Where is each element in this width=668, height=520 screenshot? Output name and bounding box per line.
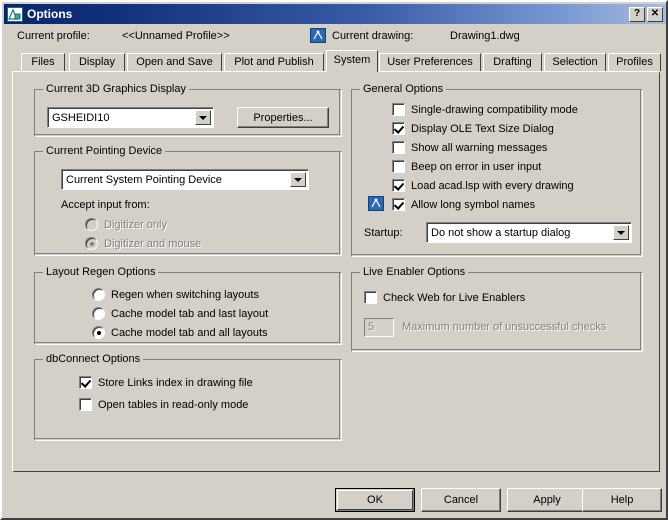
- chevron-down-icon[interactable]: [613, 225, 629, 240]
- tab-plot-and-publish[interactable]: Plot and Publish: [224, 53, 324, 71]
- checkbox-display-ole-text-size-dialog[interactable]: Display OLE Text Size Dialog: [392, 122, 554, 135]
- tab-open-and-save[interactable]: Open and Save: [127, 53, 222, 71]
- checkbox-load-acad-lsp[interactable]: Load acad.lsp with every drawing: [392, 179, 574, 192]
- ok-button-label: OK: [367, 494, 383, 506]
- drawing-icon: [368, 196, 384, 211]
- window-title: Options: [27, 6, 73, 21]
- radio-indicator: [85, 237, 98, 250]
- checkbox-label: Allow long symbol names: [411, 198, 536, 211]
- properties-button[interactable]: Properties...: [237, 107, 329, 128]
- pointing-device-combo[interactable]: Current System Pointing Device: [61, 169, 309, 190]
- tab-system[interactable]: System: [326, 50, 378, 72]
- radio-label: Digitizer only: [104, 218, 167, 231]
- checkbox-open-tables-read-only[interactable]: Open tables in read-only mode: [79, 398, 248, 411]
- graphics-display-group: Current 3D Graphics Display GSHEIDI10 Pr…: [34, 83, 342, 137]
- startup-combo[interactable]: Do not show a startup dialog: [426, 222, 632, 243]
- tab-files[interactable]: Files: [21, 53, 65, 71]
- checkbox-label: Show all warning messages: [411, 141, 548, 154]
- apply-button[interactable]: Apply: [507, 488, 587, 512]
- help-button[interactable]: Help: [582, 488, 662, 512]
- checkbox-check-web-for-live-enablers[interactable]: Check Web for Live Enablers: [364, 291, 525, 304]
- live-enabler-group: Live Enabler Options Check Web for Live …: [351, 266, 643, 352]
- cancel-button[interactable]: Cancel: [421, 488, 501, 512]
- checkbox-indicator: [364, 291, 377, 304]
- graphics-display-combo[interactable]: GSHEIDI10: [47, 107, 214, 128]
- general-options-group: General Options Single-drawing compatibi…: [351, 83, 643, 257]
- radio-indicator: [92, 288, 105, 301]
- header-row: Current profile: <<Unnamed Profile>> Cur…: [4, 26, 666, 46]
- checkbox-indicator: [392, 179, 405, 192]
- radio-digitizer-and-mouse[interactable]: Digitizer and mouse: [85, 237, 201, 250]
- tab-drafting[interactable]: Drafting: [483, 53, 542, 71]
- checkbox-allow-long-symbol-names[interactable]: Allow long symbol names: [392, 198, 535, 211]
- current-drawing-label: Current drawing:: [332, 30, 414, 42]
- tab-display[interactable]: Display: [69, 53, 125, 71]
- checkbox-label: Check Web for Live Enablers: [383, 291, 526, 304]
- system-tab-panel: Current 3D Graphics Display GSHEIDI10 Pr…: [12, 71, 660, 472]
- radio-label: Digitizer and mouse: [104, 237, 202, 250]
- radio-regen-when-switching-layouts[interactable]: Regen when switching layouts: [92, 288, 259, 301]
- ok-button[interactable]: OK: [335, 488, 415, 512]
- checkbox-show-all-warning-messages[interactable]: Show all warning messages: [392, 141, 547, 154]
- tab-strip: Files Display Open and Save Plot and Pub…: [21, 50, 661, 72]
- graphics-display-value: GSHEIDI10: [52, 111, 110, 124]
- max-unsuccessful-checks-input[interactable]: 5: [364, 318, 394, 337]
- checkbox-indicator: [79, 376, 92, 389]
- checkbox-indicator: [392, 160, 405, 173]
- checkbox-indicator: [392, 198, 405, 211]
- tab-selection[interactable]: Selection: [544, 53, 606, 71]
- startup-value: Do not show a startup dialog: [431, 226, 571, 239]
- dbconnect-group: dbConnect Options Store Links index in d…: [34, 353, 342, 441]
- radio-cache-model-tab-and-all-layouts[interactable]: Cache model tab and all layouts: [92, 326, 268, 339]
- autocad-icon: [7, 6, 23, 22]
- radio-indicator: [92, 307, 105, 320]
- live-enabler-group-label: Live Enabler Options: [360, 266, 469, 278]
- options-dialog: Options ? ✕ Current profile: <<Unnamed P…: [0, 0, 668, 520]
- close-icon[interactable]: ✕: [647, 6, 663, 22]
- checkbox-label: Beep on error in user input: [411, 160, 542, 173]
- startup-label: Startup:: [364, 227, 403, 239]
- chevron-down-icon[interactable]: [195, 110, 211, 125]
- checkbox-label: Open tables in read-only mode: [98, 398, 249, 411]
- pointing-device-value: Current System Pointing Device: [66, 173, 222, 186]
- radio-digitizer-only[interactable]: Digitizer only: [85, 218, 167, 231]
- tab-profiles[interactable]: Profiles: [608, 53, 661, 71]
- title-bar: Options ? ✕: [4, 4, 666, 24]
- checkbox-indicator: [392, 141, 405, 154]
- radio-cache-model-tab-and-last-layout[interactable]: Cache model tab and last layout: [92, 307, 268, 320]
- general-options-group-label: General Options: [360, 83, 447, 95]
- current-drawing-value: Drawing1.dwg: [450, 30, 520, 42]
- checkbox-indicator: [392, 103, 405, 116]
- current-profile-value: <<Unnamed Profile>>: [122, 30, 230, 42]
- current-profile-label: Current profile:: [17, 30, 90, 42]
- checkbox-store-links-index[interactable]: Store Links index in drawing file: [79, 376, 253, 389]
- layout-regen-group-label: Layout Regen Options: [43, 266, 159, 278]
- accept-input-label: Accept input from:: [61, 199, 150, 211]
- checkbox-single-drawing-compatibility[interactable]: Single-drawing compatibility mode: [392, 103, 578, 116]
- title-bar-buttons: ? ✕: [629, 6, 663, 22]
- checkbox-label: Store Links index in drawing file: [98, 376, 253, 389]
- checkbox-label: Display OLE Text Size Dialog: [411, 122, 554, 135]
- help-titlebar-button[interactable]: ?: [629, 6, 645, 22]
- pointing-device-group: Current Pointing Device Current System P…: [34, 145, 342, 256]
- max-unsuccessful-checks-label: Maximum number of unsuccessful checks: [402, 321, 607, 333]
- chevron-down-icon[interactable]: [290, 172, 306, 187]
- checkbox-indicator: [79, 398, 92, 411]
- footer-button-bar: OK Cancel Apply Help: [2, 480, 666, 520]
- checkbox-label: Load acad.lsp with every drawing: [411, 179, 574, 192]
- tab-user-preferences[interactable]: User Preferences: [379, 53, 481, 71]
- radio-label: Cache model tab and all layouts: [111, 326, 268, 339]
- checkbox-beep-on-error[interactable]: Beep on error in user input: [392, 160, 541, 173]
- radio-label: Cache model tab and last layout: [111, 307, 269, 320]
- graphics-display-group-label: Current 3D Graphics Display: [43, 83, 189, 95]
- radio-indicator: [85, 218, 98, 231]
- radio-label: Regen when switching layouts: [111, 288, 259, 301]
- layout-regen-group: Layout Regen Options Regen when switchin…: [34, 266, 342, 345]
- pointing-device-group-label: Current Pointing Device: [43, 145, 166, 157]
- checkbox-label: Single-drawing compatibility mode: [411, 103, 578, 116]
- drawing-icon: [310, 28, 326, 43]
- radio-indicator: [92, 326, 105, 339]
- dbconnect-group-label: dbConnect Options: [43, 353, 144, 365]
- checkbox-indicator: [392, 122, 405, 135]
